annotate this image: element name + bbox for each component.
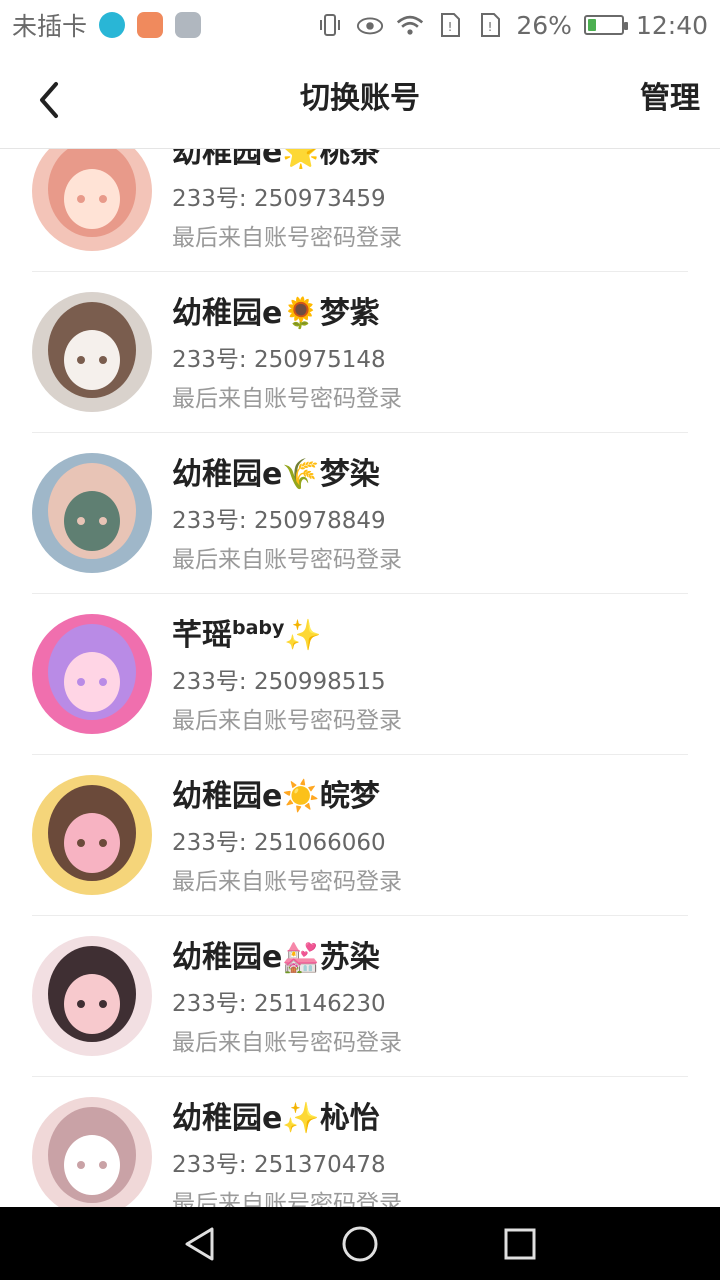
last-login-method: 最后来自账号密码登录 xyxy=(172,547,402,573)
account-name: 幼稚园e🌻梦紫 xyxy=(172,288,380,332)
account-list-item[interactable]: 芊瑶baby✨ 233号: 250998515 最后来自账号密码登录 xyxy=(0,594,720,755)
account-name: 幼稚园e☀️皖梦 xyxy=(172,771,380,815)
avatar xyxy=(32,936,152,1056)
account-list-viewport[interactable]: 幼稚园e🌟桃茶 233号: 250973459 最后来自账号密码登录 幼稚园e🌻梦紫 2… xyxy=(0,149,720,1207)
triangle-back-icon xyxy=(185,1227,214,1261)
last-login-method: 最后来自账号密码登录 xyxy=(172,708,402,734)
account-list: 幼稚园e🌟桃茶 233号: 250973459 最后来自账号密码登录 幼稚园e🌻梦紫 2… xyxy=(0,149,720,1207)
chevron-left-icon xyxy=(40,82,58,118)
account-name-text: 幼稚园e🌟桃茶 xyxy=(172,149,380,170)
avatar xyxy=(32,1097,152,1207)
account-name: 芊瑶baby✨ xyxy=(172,610,322,654)
account-name: 幼稚园e🌟桃茶 xyxy=(172,149,380,171)
avatar-illustration xyxy=(32,149,152,251)
account-id: 233号: 251066060 xyxy=(172,830,386,856)
avatar xyxy=(32,775,152,895)
last-login-method: 最后来自账号密码登录 xyxy=(172,869,402,895)
avatar xyxy=(32,614,152,734)
account-name-text: 芊瑶 xyxy=(172,618,232,653)
account-name: 幼稚园e✨杺怡 xyxy=(172,1093,380,1137)
last-login-method: 最后来自账号密码登录 xyxy=(172,386,402,412)
account-list-item[interactable]: 幼稚园e🌾梦染 233号: 250978849 最后来自账号密码登录 xyxy=(0,433,720,594)
sim-icon: ! xyxy=(476,11,504,39)
avatar-illustration xyxy=(32,936,152,1056)
avatar xyxy=(32,149,152,251)
avatar xyxy=(32,453,152,573)
orange-app-icon xyxy=(137,12,164,38)
account-list-item[interactable]: 幼稚园e✨杺怡 233号: 251370478 最后来自账号密码登录 xyxy=(0,1077,720,1207)
page-title: 切换账号 xyxy=(300,81,420,116)
last-login-method: 最后来自账号密码登录 xyxy=(172,225,402,251)
account-name-text: 幼稚园e🌾梦染 xyxy=(172,457,380,492)
status-bar-right: ! ! 26% 12:40 xyxy=(316,11,708,40)
account-name-text: 幼稚园e✨杺怡 xyxy=(172,1101,380,1136)
vibrate-icon xyxy=(316,11,344,39)
battery-charging-icon xyxy=(583,15,628,35)
status-bar-left: 未插卡 xyxy=(12,7,202,43)
account-list-item[interactable]: 幼稚园e☀️皖梦 233号: 251066060 最后来自账号密码登录 xyxy=(0,755,720,916)
account-name-emoji: ✨ xyxy=(284,618,322,653)
account-id: 233号: 250998515 xyxy=(172,669,386,695)
account-id: 233号: 251146230 xyxy=(172,991,386,1017)
account-name-text: 幼稚园e🌻梦紫 xyxy=(172,296,380,331)
wifi-icon xyxy=(396,11,424,39)
account-id: 233号: 250978849 xyxy=(172,508,386,534)
system-nav-bar xyxy=(0,1207,720,1280)
sim-icon: ! xyxy=(436,11,464,39)
account-list-item[interactable]: 幼稚园e💒苏染 233号: 251146230 最后来自账号密码登录 xyxy=(0,916,720,1077)
nav-back-button[interactable] xyxy=(181,1225,219,1263)
account-name-text: 幼稚园e💒苏染 xyxy=(172,940,380,975)
last-login-method: 最后来自账号密码登录 xyxy=(172,1191,402,1207)
account-name: 幼稚园e💒苏染 xyxy=(172,932,380,976)
account-id: 233号: 250975148 xyxy=(172,347,386,373)
clock-time: 12:40 xyxy=(635,10,708,40)
square-recents-icon xyxy=(504,1228,536,1260)
circle-home-icon xyxy=(342,1226,378,1262)
avatar-illustration xyxy=(32,292,152,412)
account-name-superscript: baby xyxy=(232,617,285,639)
svg-text:!: ! xyxy=(488,20,493,34)
account-list-item[interactable]: 幼稚园e🌻梦紫 233号: 250975148 最后来自账号密码登录 xyxy=(0,272,720,433)
status-bar: 未插卡 ! ! 26% 12:40 xyxy=(0,0,720,50)
avatar-illustration xyxy=(32,453,152,573)
eye-icon xyxy=(356,11,384,39)
moon-app-icon xyxy=(99,12,126,38)
avatar-illustration xyxy=(32,614,152,734)
avatar xyxy=(32,292,152,412)
battery-level-fill xyxy=(587,19,597,31)
nav-home-button[interactable] xyxy=(341,1225,379,1263)
carrier-text: 未插卡 xyxy=(12,12,88,41)
avatar-illustration xyxy=(32,1097,152,1207)
back-button[interactable] xyxy=(30,78,70,122)
last-login-method: 最后来自账号密码登录 xyxy=(172,1030,402,1056)
battery-percent: 26% xyxy=(516,10,572,40)
manage-button[interactable]: 管理 xyxy=(640,50,700,148)
nav-recents-button[interactable] xyxy=(501,1225,539,1263)
top-app-bar: 切换账号 管理 xyxy=(0,50,720,149)
account-list-item[interactable]: 幼稚园e🌟桃茶 233号: 250973459 最后来自账号密码登录 xyxy=(0,149,720,272)
svg-text:!: ! xyxy=(448,20,453,34)
account-id: 233号: 251370478 xyxy=(172,1152,386,1178)
account-name: 幼稚园e🌾梦染 xyxy=(172,449,380,493)
gallery-app-icon xyxy=(175,12,202,38)
avatar-illustration xyxy=(32,775,152,895)
account-id: 233号: 250973459 xyxy=(172,186,386,212)
account-name-text: 幼稚园e☀️皖梦 xyxy=(172,779,380,814)
